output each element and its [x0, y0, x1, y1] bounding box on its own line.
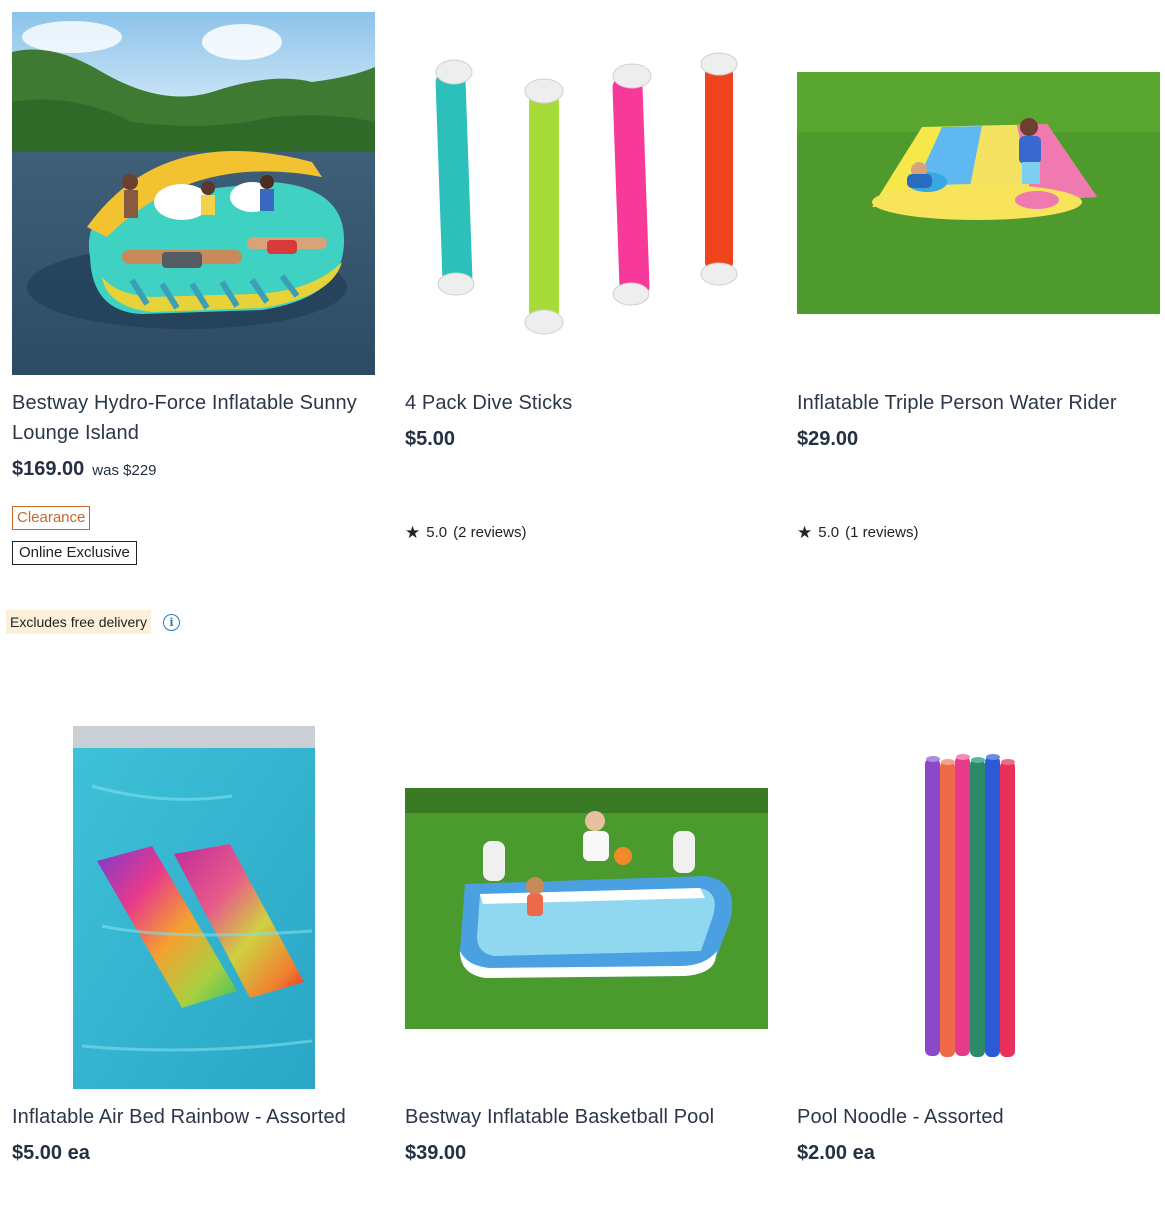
water-slide-image — [797, 12, 1160, 375]
price-unit: ea — [67, 1142, 90, 1164]
product-card-dive-sticks[interactable]: 4 Pack Dive Sticks $5.00 ★ 5.0 (2 review… — [405, 12, 768, 541]
product-title[interactable]: Bestway Inflatable Basketball Pool — [405, 1102, 768, 1132]
product-title[interactable]: Inflatable Air Bed Rainbow - Assorted — [12, 1102, 375, 1132]
product-card-air-bed-rainbow[interactable]: Inflatable Air Bed Rainbow - Assorted $5… — [12, 726, 375, 1164]
review-count: (1 reviews) — [845, 524, 919, 541]
basketball-pool-image — [405, 726, 768, 1089]
product-image-inflatable-island[interactable] — [12, 12, 375, 375]
pool-noodles-image — [797, 726, 1160, 1089]
price-row: $169.00 was $229 — [12, 458, 157, 481]
price-row: $5.00 ea — [12, 1142, 90, 1165]
rating[interactable]: ★ 5.0 (1 reviews) — [797, 524, 918, 541]
was-price: was $229 — [92, 462, 157, 479]
product-title[interactable]: 4 Pack Dive Sticks — [405, 388, 768, 418]
product-price: $5.00 — [405, 428, 456, 450]
product-card-sunny-lounge-island[interactable]: Bestway Hydro-Force Inflatable Sunny Lou… — [12, 12, 375, 565]
product-image-basketball-pool[interactable] — [405, 726, 768, 1089]
product-image-air-bed[interactable] — [12, 726, 375, 1089]
product-title[interactable]: Inflatable Triple Person Water Rider — [797, 388, 1160, 418]
rating[interactable]: ★ 5.0 (2 reviews) — [405, 524, 526, 541]
rating-value: 5.0 — [818, 524, 840, 541]
rating-value: 5.0 — [426, 524, 448, 541]
dive-sticks-image — [405, 12, 768, 375]
air-bed-image — [73, 726, 315, 1089]
price-row: $2.00 ea — [797, 1142, 875, 1165]
product-price: $39.00 — [405, 1142, 467, 1164]
product-card-basketball-pool[interactable]: Bestway Inflatable Basketball Pool $39.0… — [405, 726, 768, 1164]
star-icon: ★ — [405, 523, 421, 542]
clearance-badge: Clearance — [12, 506, 91, 530]
product-title[interactable]: Pool Noodle - Assorted — [797, 1102, 1160, 1132]
online-exclusive-badge: Online Exclusive — [12, 541, 137, 565]
product-title[interactable]: Bestway Hydro-Force Inflatable Sunny Lou… — [12, 388, 375, 448]
star-icon: ★ — [797, 523, 813, 542]
product-image-pool-noodles[interactable] — [797, 726, 1160, 1089]
product-image-water-rider[interactable] — [797, 12, 1160, 375]
product-card-water-rider[interactable]: Inflatable Triple Person Water Rider $29… — [797, 12, 1160, 541]
info-icon[interactable]: i — [162, 613, 180, 631]
product-image-dive-sticks[interactable] — [405, 12, 768, 375]
product-card-pool-noodle[interactable]: Pool Noodle - Assorted $2.00 ea — [797, 726, 1160, 1164]
product-price: $169.00 — [12, 458, 85, 480]
inflatable-island-image — [12, 12, 375, 375]
product-price: $2.00 — [797, 1142, 848, 1164]
review-count: (2 reviews) — [453, 524, 527, 541]
excludes-free-delivery-tag: Excludes free delivery — [6, 610, 151, 634]
delivery-notice: Excludes free delivery i — [6, 610, 180, 634]
product-price: $29.00 — [797, 428, 859, 450]
price-unit: ea — [852, 1142, 875, 1164]
product-price: $5.00 — [12, 1142, 63, 1164]
